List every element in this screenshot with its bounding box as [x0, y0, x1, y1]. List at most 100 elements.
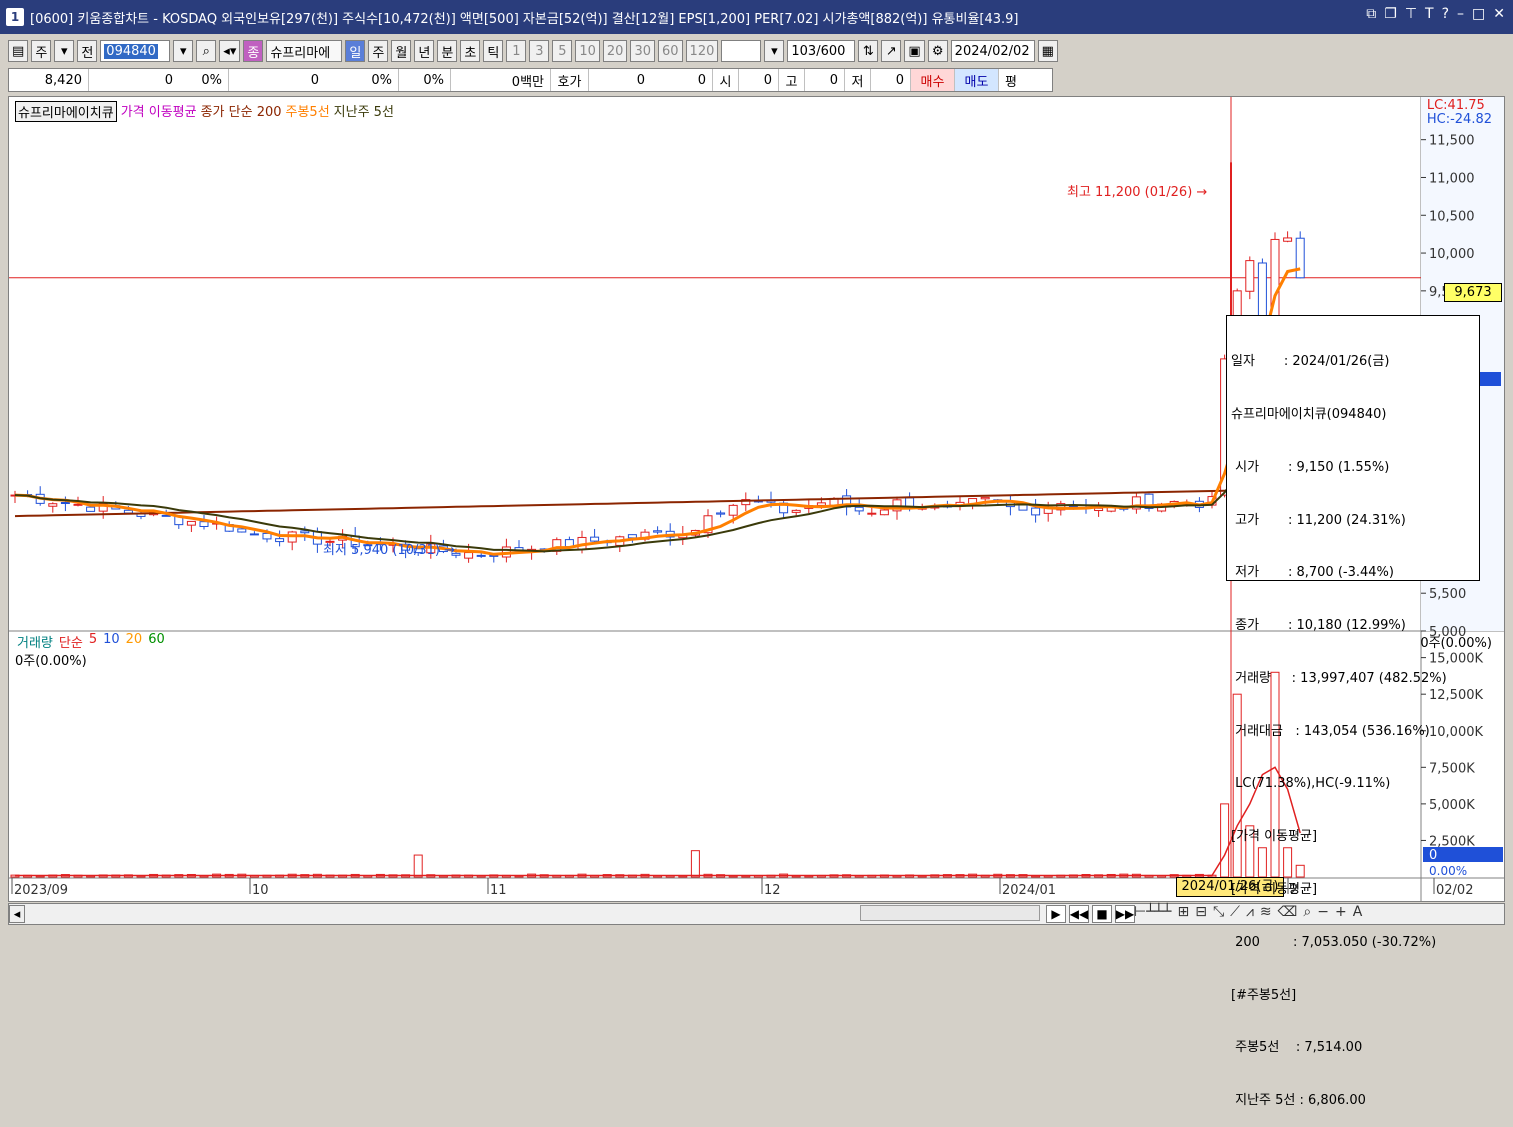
candle-body	[73, 503, 83, 506]
legend-lastweek5[interactable]: 지난주 5선	[334, 101, 394, 122]
avg-button[interactable]: 평	[999, 69, 1023, 91]
scale-icon[interactable]: ↗	[881, 40, 902, 62]
rewind-icon[interactable]: ◀◀	[1069, 905, 1089, 923]
volume-sub: 0주(0.00%)	[15, 654, 87, 669]
legend-stock[interactable]: 슈프리마에이치큐	[15, 101, 117, 122]
count-field[interactable]: 103/600	[787, 40, 856, 62]
stop-icon[interactable]: ■	[1092, 905, 1112, 923]
x-axis-label: 12	[764, 883, 781, 898]
layout-icon[interactable]: ⊞	[1177, 904, 1189, 920]
period-tick[interactable]: 틱	[483, 40, 504, 62]
name-badge[interactable]: 종	[243, 40, 264, 62]
volume-legend: 거래량 단순 5 10 20 60	[17, 632, 165, 651]
forward-icon[interactable]: ▶▶	[1115, 905, 1135, 923]
interval-30[interactable]: 30	[630, 40, 655, 62]
trend-tool-icon[interactable]: ⤡	[1213, 904, 1224, 920]
interval-1[interactable]: 1	[506, 40, 527, 62]
volume-ma-60: 60	[148, 632, 165, 647]
play-icon[interactable]: ▶	[1046, 905, 1066, 923]
trade-amount: 0백만	[451, 69, 551, 91]
zoom-slider-icon[interactable]: ⊢┴┴┴	[1134, 904, 1171, 920]
candle-body	[1295, 237, 1305, 279]
market-select[interactable]: 주	[31, 40, 52, 62]
hoga-label: 호가	[551, 69, 589, 91]
zoom-in-icon[interactable]: +	[1335, 904, 1347, 920]
maximize-icon[interactable]: □	[1472, 6, 1485, 22]
window-icon[interactable]: ⊟	[1195, 904, 1207, 920]
copy-icon[interactable]: ❐	[1384, 6, 1397, 22]
interval-custom-input[interactable]	[721, 40, 762, 62]
code-input[interactable]: 094840	[100, 40, 171, 62]
period-year[interactable]: 년	[414, 40, 435, 62]
candle-body	[123, 509, 133, 514]
draw-tool-icon[interactable]: ⩘	[1246, 904, 1254, 920]
compare-icon[interactable]: ⇅	[858, 40, 879, 62]
period-second[interactable]: 초	[460, 40, 481, 62]
period-minute[interactable]: 분	[437, 40, 458, 62]
sound-icon[interactable]: ◂▾	[219, 40, 241, 62]
zoom-out-icon[interactable]: −	[1317, 904, 1329, 920]
drawing-tools: ⊢┴┴┴ ⊞ ⊟ ⤡ ⟋ ⩘ ≋ ⌫ ⌕ − + A	[1134, 904, 1362, 920]
tooltip-line: LC(71.38%),HC(-9.11%)	[1231, 776, 1391, 792]
interval-5[interactable]: 5	[552, 40, 573, 62]
erase-icon[interactable]: ⌫	[1278, 904, 1298, 920]
candle-body	[262, 532, 272, 540]
font-icon[interactable]: T	[1425, 6, 1434, 22]
period-month[interactable]: 월	[391, 40, 412, 62]
volume-ma-label: 단순	[58, 636, 83, 651]
date-input[interactable]: 2024/02/02	[950, 40, 1035, 62]
scroll-left-icon[interactable]: ◂	[9, 905, 25, 923]
market-dropdown-icon[interactable]: ▾	[54, 40, 75, 62]
open-value: 0	[739, 69, 779, 91]
tooltip-line: 지난주 5선 : 6,806.00	[1231, 1093, 1366, 1109]
text-tool-icon[interactable]: A	[1353, 904, 1363, 920]
count-value: 103	[791, 43, 817, 59]
minimize-icon[interactable]: –	[1457, 6, 1464, 22]
code-dropdown-icon[interactable]: ▾	[173, 40, 194, 62]
low-annotation: 최저 5,940 (10/31) →	[323, 543, 455, 558]
save-icon[interactable]: ▣	[904, 40, 925, 62]
interval-20[interactable]: 20	[602, 40, 628, 62]
interval-120[interactable]: 120	[685, 40, 719, 62]
candle-body	[1094, 507, 1104, 512]
candle-body	[867, 512, 877, 515]
interval-10[interactable]: 10	[575, 40, 600, 62]
pin-icon[interactable]: ⊤	[1405, 6, 1417, 22]
tooltip-line: 저가 : 8,700 (-3.44%)	[1231, 565, 1394, 581]
period-week[interactable]: 주	[368, 40, 389, 62]
tooltip-line: [가격 이동평균]	[1231, 829, 1318, 845]
candle-body	[653, 530, 663, 533]
candle-body	[60, 502, 70, 505]
chart-menu-icon[interactable]: ▤	[8, 40, 29, 62]
legend-ma[interactable]: 가격 이동평균	[121, 101, 197, 122]
calendar-icon[interactable]: ▦	[1037, 40, 1058, 62]
interval-dropdown-icon[interactable]: ▾	[764, 40, 785, 62]
magnify-icon[interactable]: ⌕	[1303, 904, 1311, 920]
legend-ma200[interactable]: 종가 단순 200	[201, 101, 282, 122]
interval-3[interactable]: 3	[529, 40, 550, 62]
tooltip-line: 고가 : 11,200 (24.31%)	[1231, 512, 1406, 528]
price-axis-label: 11,000	[1429, 171, 1475, 186]
candle-body	[186, 520, 196, 526]
link-icon[interactable]: ⧉	[1366, 6, 1376, 22]
open-label: 시	[713, 69, 739, 91]
hc-value: HC:-24.82	[1426, 112, 1492, 127]
tooltip-line: 슈프리마에이치큐(094840)	[1231, 406, 1387, 422]
candle-body	[1031, 507, 1041, 516]
sell-button[interactable]: 매도	[955, 69, 999, 91]
line-tool-icon[interactable]: ⟋	[1230, 904, 1240, 920]
search-icon[interactable]: ⌕	[196, 40, 217, 62]
settings-icon[interactable]: ⚙	[927, 40, 948, 62]
close-icon[interactable]: ✕	[1493, 6, 1505, 22]
scrollbar[interactable]	[860, 905, 1040, 921]
volume-label[interactable]: 거래량	[17, 632, 53, 651]
prev-button[interactable]: 전	[77, 40, 98, 62]
fib-tool-icon[interactable]: ≋	[1260, 904, 1272, 920]
legend-weekly5[interactable]: 주봉5선	[286, 101, 330, 122]
high-label: 고	[779, 69, 805, 91]
help-icon[interactable]: ?	[1442, 6, 1449, 22]
buy-button[interactable]: 매수	[911, 69, 955, 91]
interval-60[interactable]: 60	[658, 40, 683, 62]
period-day[interactable]: 일	[345, 40, 366, 62]
candle-body	[199, 521, 209, 527]
